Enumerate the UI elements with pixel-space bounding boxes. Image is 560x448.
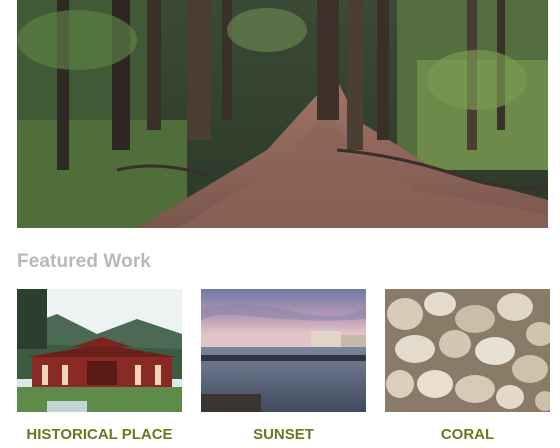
work-card-sunset[interactable]: SUNSET: [201, 289, 366, 448]
work-card-historical-place[interactable]: HISTORICAL PLACE: [17, 289, 182, 448]
featured-work-heading: Featured Work: [17, 251, 151, 272]
work-caption-coral[interactable]: CORAL: [385, 426, 550, 443]
work-card-coral[interactable]: CORAL: [385, 289, 550, 448]
work-caption-sunset[interactable]: SUNSET: [201, 426, 366, 443]
coral-thumbnail[interactable]: [385, 289, 550, 412]
work-caption-historical-place[interactable]: HISTORICAL PLACE: [17, 426, 182, 443]
featured-work-grid: HISTORICAL PLACE SUNSET CORAL: [17, 289, 550, 448]
temple-thumbnail[interactable]: [17, 289, 182, 412]
hero-image: [17, 0, 548, 228]
sunset-thumbnail[interactable]: [201, 289, 366, 412]
page: Featured Work HISTORICAL PLACE SUNSET CO…: [0, 0, 560, 448]
